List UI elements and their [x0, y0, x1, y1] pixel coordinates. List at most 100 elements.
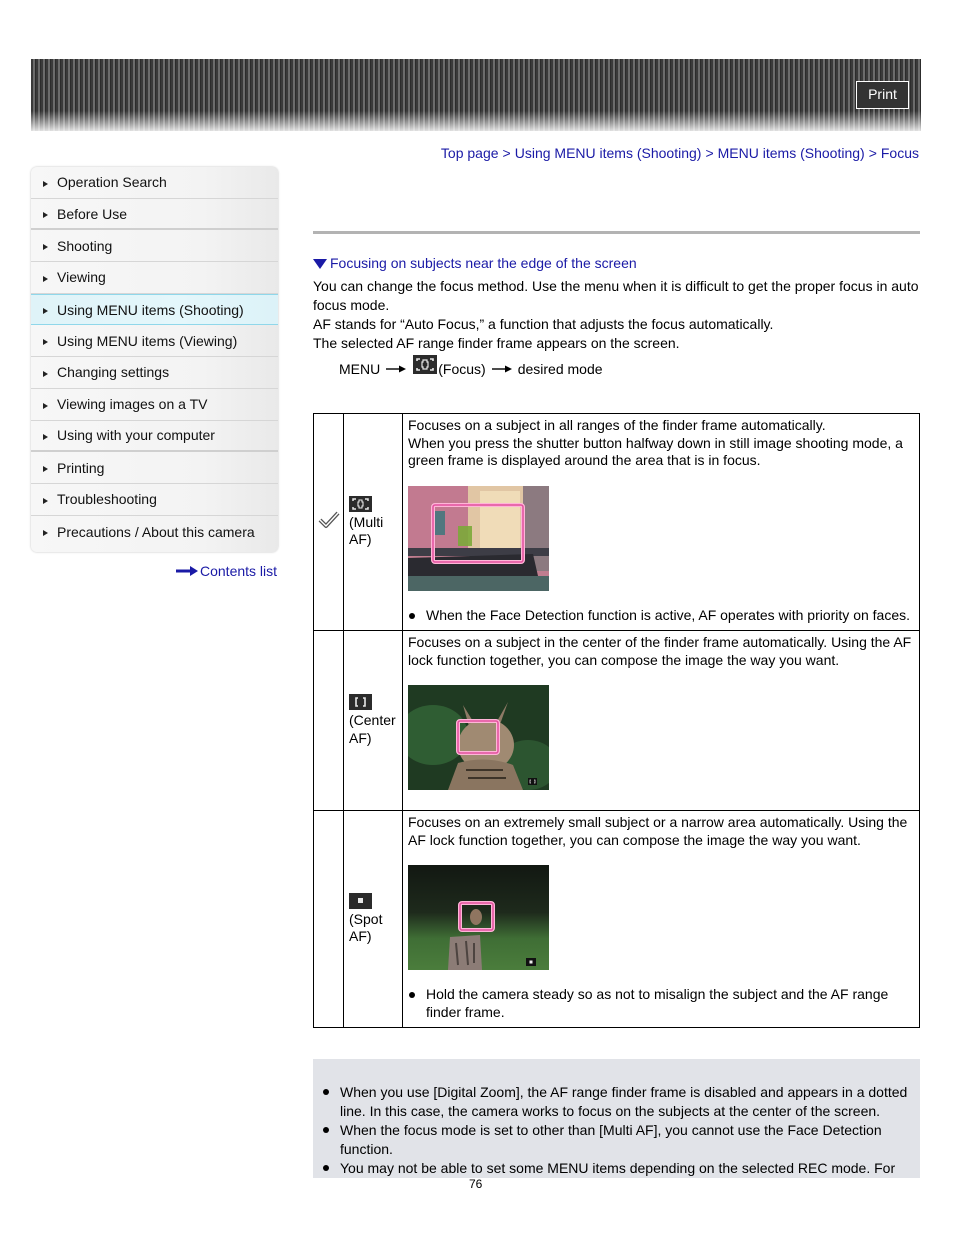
arrow-right-icon: [491, 365, 512, 372]
sidebar-item-operation-search[interactable]: Operation Search: [31, 167, 278, 199]
sidebar-item-label: Using MENU items (Shooting): [57, 301, 244, 318]
sidebar-item-using-with-computer[interactable]: Using with your computer: [31, 420, 278, 453]
sidebar-item-label: Shooting: [57, 237, 113, 254]
sidebar-item-viewing[interactable]: Viewing: [31, 262, 278, 294]
mode-label: (Multi AF): [349, 513, 384, 548]
breadcrumb-separator: >: [705, 145, 714, 161]
arrow-right-icon: [176, 566, 198, 576]
bullet-icon: [322, 1159, 340, 1178]
contents-list-link[interactable]: Contents list: [176, 563, 277, 579]
mode-note-text: When the Face Detection function is acti…: [426, 606, 911, 623]
caret-right-icon: [43, 433, 48, 440]
spot-af-icon: [349, 892, 372, 909]
breadcrumb-menu-items-shooting[interactable]: MENU items (Shooting): [718, 145, 865, 161]
sidebar-nav: Operation Search Before Use Shooting Vie…: [31, 167, 278, 552]
mode-description: When you press the shutter button halfwa…: [408, 434, 903, 469]
note-text: When you use [Digital Zoom], the AF rang…: [340, 1084, 908, 1119]
multi-af-focus-icon: [413, 355, 438, 374]
section-link-label: Focusing on subjects near the edge of th…: [330, 255, 637, 271]
default-cell: [313, 630, 344, 811]
bullet-icon: [322, 1121, 340, 1159]
caret-right-icon: [43, 466, 48, 473]
table-row-multi-af: (Multi AF) Focuses on a subject in all r…: [313, 413, 920, 631]
mode-note: When the Face Detection function is acti…: [408, 607, 915, 625]
center-af-icon: [349, 694, 372, 710]
sidebar-item-shooting[interactable]: Shooting: [31, 230, 278, 263]
mode-name-cell: (Center AF): [343, 630, 403, 811]
caret-right-icon: [43, 180, 48, 187]
multi-af-icon: [349, 495, 372, 512]
mode-note-text: Hold the camera steady so as not to misa…: [426, 986, 889, 1020]
intro-paragraph: The selected AF range finder frame appea…: [313, 335, 680, 351]
breadcrumb-separator: >: [502, 145, 511, 161]
caret-right-icon: [43, 497, 48, 504]
caret-right-icon: [43, 275, 48, 282]
mode-description: Focuses on an extremely small subject or…: [408, 814, 908, 848]
caret-right-icon: [43, 212, 48, 219]
gondola-canal-photo: [408, 485, 549, 591]
mode-note: Hold the camera steady so as not to misa…: [408, 986, 915, 1021]
default-cell: [313, 810, 344, 1028]
menu-path-end: desired mode: [517, 360, 603, 377]
sidebar-item-label: Printing: [57, 459, 105, 476]
sidebar-item-printing[interactable]: Printing: [31, 452, 278, 484]
caret-right-icon: [43, 244, 48, 251]
default-cell: [313, 413, 344, 631]
intro-paragraph: You can change the focus method. Use the…: [313, 278, 919, 313]
mode-description: Focuses on a subject in the center of th…: [408, 634, 912, 668]
sidebar-item-label: Changing settings: [57, 364, 170, 381]
checkmark-icon: [318, 511, 339, 528]
focus-modes-table: (Multi AF) Focuses on a subject in all r…: [313, 413, 920, 1028]
table-row-spot-af: (Spot AF) Focuses on an extremely small …: [313, 810, 920, 1028]
triangle-down-icon: [313, 259, 327, 269]
mode-label: (Center AF): [349, 712, 396, 746]
note-item: You may not be able to set some MENU ite…: [322, 1159, 914, 1178]
mode-description-cell: Focuses on a subject in all ranges of th…: [402, 413, 920, 631]
page-number: 76: [469, 1177, 483, 1191]
sidebar-item-label: Precautions / About this camera: [57, 523, 255, 540]
mode-name-cell: (Multi AF): [343, 413, 403, 631]
sidebar-item-label: Operation Search: [57, 174, 167, 191]
sidebar-item-changing-settings[interactable]: Changing settings: [31, 357, 278, 389]
mode-label: (Spot AF): [349, 910, 383, 945]
sidebar-item-viewing-images-on-tv[interactable]: Viewing images on a TV: [31, 388, 278, 421]
breadcrumb: Top page > Using MENU items (Shooting) > MEN…: [441, 145, 919, 161]
sidebar-item-troubleshooting[interactable]: Troubleshooting: [31, 483, 278, 516]
bullet-icon: [322, 1083, 340, 1121]
sidebar-item-using-menu-items-viewing[interactable]: Using MENU items (Viewing): [31, 325, 278, 358]
cat-photo: [408, 685, 549, 790]
menu-path-start: MENU: [339, 360, 381, 377]
breadcrumb-separator: >: [868, 145, 877, 161]
bird-on-post-photo: [408, 865, 549, 970]
sidebar-item-precautions[interactable]: Precautions / About this camera: [31, 515, 278, 552]
menu-path-middle: (Focus): [438, 360, 486, 377]
contents-list-label: Contents list: [200, 563, 278, 579]
sidebar-item-label: Before Use: [57, 205, 128, 222]
caret-right-icon: [43, 308, 48, 315]
breadcrumb-using-menu-items-shooting[interactable]: Using MENU items (Shooting): [515, 145, 702, 161]
notes-box: When you use [Digital Zoom], the AF rang…: [313, 1059, 920, 1178]
mode-description-cell: Focuses on a subject in the center of th…: [402, 630, 920, 811]
note-item: When you use [Digital Zoom], the AF rang…: [322, 1083, 914, 1121]
print-button[interactable]: Print: [856, 81, 909, 109]
section-link-focusing-edge[interactable]: Focusing on subjects near the edge of th…: [313, 255, 637, 271]
caret-right-icon: [43, 530, 48, 537]
menu-path: MENU (Focus) desired mode: [339, 355, 603, 378]
table-row-center-af: (Center AF) Focuses on a subject in the …: [313, 630, 920, 811]
title-divider: [313, 231, 920, 234]
sidebar-item-label: Viewing images on a TV: [57, 396, 208, 413]
sidebar-item-label: Viewing: [57, 269, 106, 286]
breadcrumb-focus[interactable]: Focus: [881, 145, 919, 161]
bullet-icon: [408, 986, 426, 1021]
sidebar-item-using-menu-items-shooting[interactable]: Using MENU items (Shooting): [31, 293, 278, 326]
note-item: When the focus mode is set to other than…: [322, 1121, 914, 1159]
sidebar-item-label: Using with your computer: [57, 427, 215, 444]
caret-right-icon: [43, 339, 48, 346]
breadcrumb-top-page[interactable]: Top page: [441, 145, 499, 161]
header-banner: Print: [31, 59, 921, 131]
intro-paragraph: AF stands for “Auto Focus,” a function t…: [313, 316, 774, 332]
sidebar-item-label: Using MENU items (Viewing): [57, 332, 238, 349]
note-text: When the focus mode is set to other than…: [340, 1122, 882, 1157]
note-text: You may not be able to set some MENU ite…: [340, 1160, 896, 1176]
sidebar-item-before-use[interactable]: Before Use: [31, 198, 278, 231]
